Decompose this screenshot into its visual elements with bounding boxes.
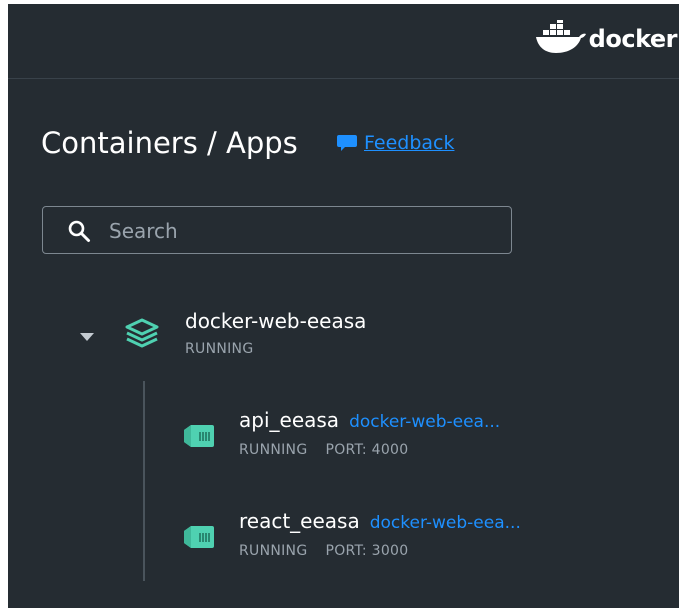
page-title: Containers / Apps: [41, 126, 298, 160]
container-row-api[interactable]: api_eeasa docker-web-eea... RUNNING PORT: …: [8, 404, 679, 464]
container-status: RUNNING: [239, 442, 308, 458]
brand-name: docker: [588, 25, 678, 53]
search-input[interactable]: [107, 215, 501, 247]
docker-dashboard-window: docker Containers / Apps Feedback docker…: [8, 4, 679, 608]
container-name: api_eeasa docker-web-eea...: [239, 406, 500, 436]
feedback-link[interactable]: Feedback: [364, 132, 454, 154]
container-name-text: api_eeasa: [239, 408, 340, 432]
search-icon: [68, 220, 90, 242]
collapse-chevron-icon[interactable]: [78, 331, 96, 343]
container-status: RUNNING: [239, 543, 308, 559]
stack-layers-icon: [125, 318, 159, 348]
container-icon: [184, 425, 214, 447]
container-name-text: react_eeasa: [239, 509, 360, 533]
container-app-link[interactable]: docker-web-eea...: [349, 412, 500, 432]
container-icon: [184, 526, 214, 548]
top-bar: docker: [8, 4, 679, 79]
container-meta: RUNNING PORT: 4000: [239, 440, 408, 460]
container-port: PORT: 3000: [325, 543, 409, 559]
search-box[interactable]: [42, 206, 512, 254]
container-port: PORT: 4000: [325, 442, 409, 458]
container-app-link[interactable]: docker-web-eea...: [370, 513, 521, 533]
docker-logo: docker: [535, 18, 678, 58]
app-status: RUNNING: [185, 341, 254, 357]
container-row-react[interactable]: react_eeasa docker-web-eea... RUNNING PORT…: [8, 505, 679, 565]
docker-whale-icon: [535, 20, 586, 53]
chat-bubble-icon: [337, 135, 357, 151]
container-name: react_eeasa docker-web-eea...: [239, 507, 521, 537]
container-meta: RUNNING PORT: 3000: [239, 541, 408, 561]
app-name[interactable]: docker-web-eeasa: [185, 307, 366, 335]
feedback-link-group[interactable]: Feedback: [336, 131, 454, 155]
